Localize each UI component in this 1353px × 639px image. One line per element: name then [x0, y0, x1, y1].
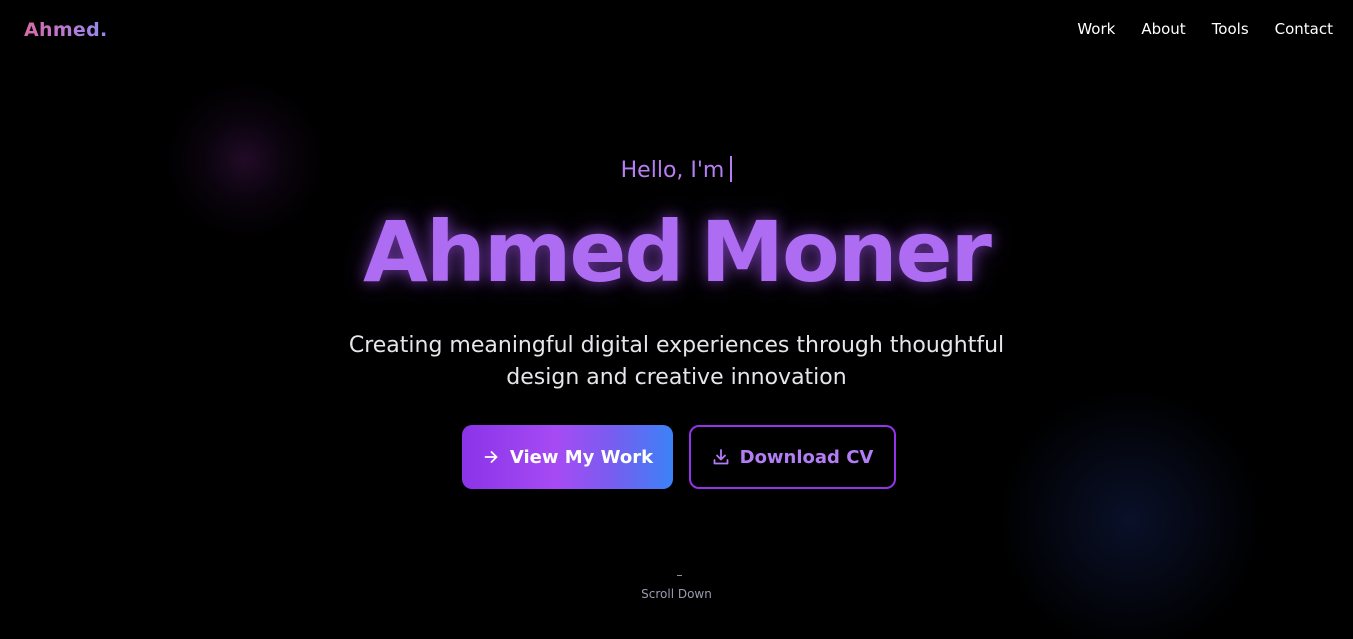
- hero-first-name: Ahmed: [363, 203, 684, 301]
- background-glow-blue: [1000, 390, 1260, 639]
- hero-greeting-text: Hello, I'm: [620, 158, 725, 183]
- view-my-work-label: View My Work: [509, 446, 654, 468]
- logo[interactable]: Ahmed.: [24, 19, 108, 41]
- main-nav: Work About Tools Contact: [1077, 20, 1333, 38]
- arrow-right-icon: [482, 448, 500, 466]
- download-cv-button[interactable]: Download CV: [689, 425, 896, 489]
- hero-tagline-line-2: design and creative innovation: [506, 365, 847, 390]
- nav-link-work[interactable]: Work: [1077, 20, 1115, 38]
- typing-caret: [730, 156, 733, 182]
- hero-greeting: Hello, I'm: [0, 156, 1353, 183]
- hero-name: Ahmed Moner: [0, 204, 1353, 301]
- hero-tagline-line-1: Creating meaningful digital experiences …: [348, 333, 1005, 358]
- scroll-indicator-line: [677, 575, 682, 576]
- download-cv-label: Download CV: [739, 446, 874, 468]
- nav-link-about[interactable]: About: [1141, 20, 1185, 38]
- download-icon: [712, 448, 730, 466]
- nav-link-tools[interactable]: Tools: [1212, 20, 1249, 38]
- hero-tagline: Creating meaningful digital experiences …: [0, 330, 1353, 394]
- hero-last-name: Moner: [700, 203, 991, 301]
- nav-link-contact[interactable]: Contact: [1275, 20, 1333, 38]
- scroll-down-label[interactable]: Scroll Down: [0, 587, 1353, 601]
- view-my-work-button[interactable]: View My Work: [462, 425, 673, 489]
- portfolio-page: Ahmed. Work About Tools Contact Hello, I…: [0, 0, 1353, 639]
